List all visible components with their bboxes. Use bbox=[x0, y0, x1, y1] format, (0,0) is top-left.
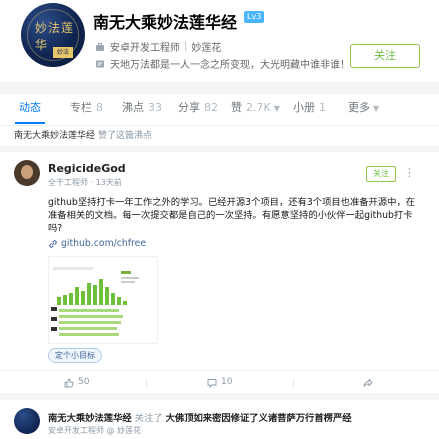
author-avatar[interactable] bbox=[14, 160, 40, 186]
tab-books[interactable]: 小册 1 bbox=[293, 94, 326, 126]
author-company: 妙莲花 bbox=[117, 426, 142, 435]
pin-link-text: github.com/chfree bbox=[61, 238, 147, 249]
link-icon bbox=[49, 239, 57, 248]
tab-shares[interactable]: 分享 82 bbox=[178, 94, 218, 126]
pin-card: RegicideGod 全干工程师 · 13天前 关注 ⋮ github坚持打卡… bbox=[0, 152, 439, 393]
briefcase-icon bbox=[95, 42, 105, 52]
bio-card-icon bbox=[95, 59, 105, 69]
tab-label: 赞 bbox=[231, 101, 242, 114]
chevron-down-icon: ▼ bbox=[273, 104, 280, 113]
activity-meta: 安卓开发工程师 @ 妙莲花 bbox=[48, 425, 141, 436]
divider bbox=[293, 378, 294, 388]
tab-label: 沸点 bbox=[122, 101, 144, 114]
tab-label: 专栏 bbox=[70, 101, 92, 114]
tab-active-indicator bbox=[15, 122, 45, 124]
pin-content: github坚持打卡一年工作之外的学习。已经开源3个项目，还有3个项目也准备开源… bbox=[48, 197, 416, 234]
topic-tag[interactable]: 定个小目标 bbox=[48, 348, 102, 363]
profile-bio: 天地万法都是一人一念之所变现，大光明藏中谁非谁！ bbox=[110, 60, 350, 71]
activity-user[interactable]: 南无大乘妙法莲华经 bbox=[14, 131, 95, 141]
activity-card: 南无大乘妙法莲华经 关注了 大佛顶如来密因修证了义诸菩萨万行首楞严经 安卓开发工程师… bbox=[0, 400, 439, 439]
activity-user[interactable]: 南无大乘妙法莲华经 bbox=[48, 413, 132, 424]
activity-header: 南无大乘妙法莲华经 赞了这篇沸点 bbox=[0, 126, 439, 147]
profile-company: 妙莲花 bbox=[191, 43, 222, 54]
tab-count: 1 bbox=[319, 101, 326, 114]
tab-likes[interactable]: 赞 2.7K ▼ bbox=[231, 94, 280, 126]
tab-count: 82 bbox=[204, 101, 218, 114]
post-time: 13天前 bbox=[95, 178, 122, 187]
tab-columns[interactable]: 专栏 8 bbox=[70, 94, 103, 126]
author-name[interactable]: RegicideGod bbox=[48, 162, 126, 175]
like-button[interactable]: 50 bbox=[64, 371, 89, 394]
tab-count: 33 bbox=[148, 101, 162, 114]
chevron-down-icon: ▼ bbox=[373, 104, 380, 113]
activity-action: 关注了 bbox=[134, 413, 163, 424]
comment-button[interactable]: 10 bbox=[207, 371, 232, 394]
divider bbox=[146, 378, 147, 388]
profile-bio-row: 天地万法都是一人一念之所变现，大光明藏中谁非谁！ bbox=[95, 56, 350, 71]
follow-button[interactable]: 关注 bbox=[350, 44, 420, 68]
meta-dot: · bbox=[90, 178, 94, 187]
like-count: 50 bbox=[78, 377, 90, 387]
meta-at: @ bbox=[106, 426, 115, 435]
activity-topic[interactable]: 大佛顶如来密因修证了义诸菩萨万行首楞严经 bbox=[166, 413, 352, 424]
author-role: 全干工程师 bbox=[48, 178, 88, 187]
share-icon bbox=[363, 377, 373, 387]
profile-name: 南无大乘妙法莲华经 bbox=[93, 13, 238, 32]
activity-line: 南无大乘妙法莲华经 关注了 大佛顶如来密因修证了义诸菩萨万行首楞严经 bbox=[48, 410, 352, 424]
profile-job-row: 安卓开发工程师 | 妙莲花 bbox=[95, 39, 221, 54]
author-follow-button[interactable]: 关注 bbox=[366, 166, 396, 182]
tab-count: 8 bbox=[96, 101, 103, 114]
tab-label: 分享 bbox=[178, 101, 200, 114]
profile-header: 妙法莲华 妙法 南无大乘妙法莲华经 Lv3 安卓开发工程师 | 妙莲花 天地万法… bbox=[0, 0, 439, 82]
author-meta: 全干工程师 · 13天前 bbox=[48, 177, 122, 188]
tab-more[interactable]: 更多 ▼ bbox=[348, 94, 379, 126]
author-job: 安卓开发工程师 bbox=[48, 426, 104, 435]
comment-count: 10 bbox=[221, 377, 233, 387]
comment-icon bbox=[207, 378, 217, 388]
pin-link[interactable]: github.com/chfree bbox=[48, 238, 146, 249]
tab-pins[interactable]: 沸点 33 bbox=[122, 94, 162, 126]
more-menu-icon[interactable]: ⋮ bbox=[404, 166, 415, 179]
tab-label: 更多 bbox=[348, 101, 370, 114]
tab-activity[interactable]: 动态 bbox=[15, 94, 45, 126]
author-avatar[interactable] bbox=[14, 408, 40, 434]
pin-image[interactable] bbox=[48, 256, 158, 344]
tab-label: 动态 bbox=[19, 101, 41, 114]
profile-job: 安卓开发工程师 bbox=[110, 43, 180, 54]
level-badge: Lv3 bbox=[244, 11, 265, 23]
thumbs-up-icon bbox=[64, 378, 74, 387]
pin-actions: 50 10 bbox=[0, 370, 439, 393]
profile-tabs: 动态 专栏 8 沸点 33 分享 82 赞 2.7K ▼ 小册 1 更多 ▼ bbox=[0, 94, 439, 126]
avatar-stamp: 妙法 bbox=[53, 47, 73, 58]
activity-action: 赞了这篇沸点 bbox=[98, 131, 153, 141]
tab-count: 2.7K bbox=[246, 101, 271, 114]
contribution-graph-image bbox=[49, 257, 157, 343]
job-separator: | bbox=[184, 41, 188, 52]
share-button[interactable] bbox=[363, 371, 377, 394]
profile-avatar[interactable]: 妙法莲华 妙法 bbox=[21, 3, 85, 67]
tab-label: 小册 bbox=[293, 101, 315, 114]
